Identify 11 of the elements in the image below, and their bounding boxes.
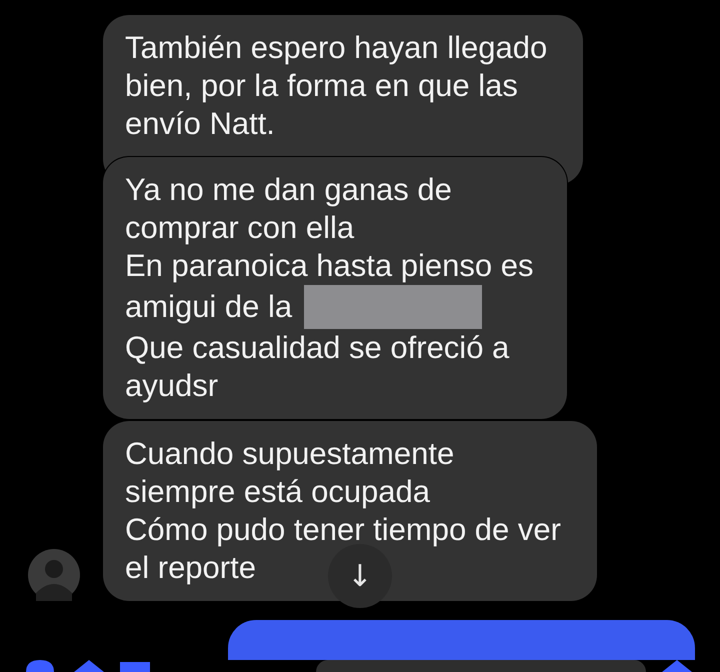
message-text: En paranoica hasta pienso es bbox=[125, 247, 534, 285]
message-text: También espero hayan llegado bien, por la forma en que las envío Natt. bbox=[125, 29, 548, 143]
message-text: Ya no me dan ganas de bbox=[125, 171, 452, 209]
message-text: amigui de la bbox=[125, 288, 292, 326]
message-field[interactable] bbox=[316, 660, 646, 672]
message-text: Que casualidad se ofreció a bbox=[125, 329, 510, 367]
message-text: siempre está ocupada bbox=[125, 473, 430, 511]
message-text: ayudsr bbox=[125, 367, 218, 405]
message-text: comprar con ella bbox=[125, 209, 354, 247]
message-text: el reporte bbox=[125, 549, 256, 587]
message-text: Cuando supuestamente bbox=[125, 435, 454, 473]
